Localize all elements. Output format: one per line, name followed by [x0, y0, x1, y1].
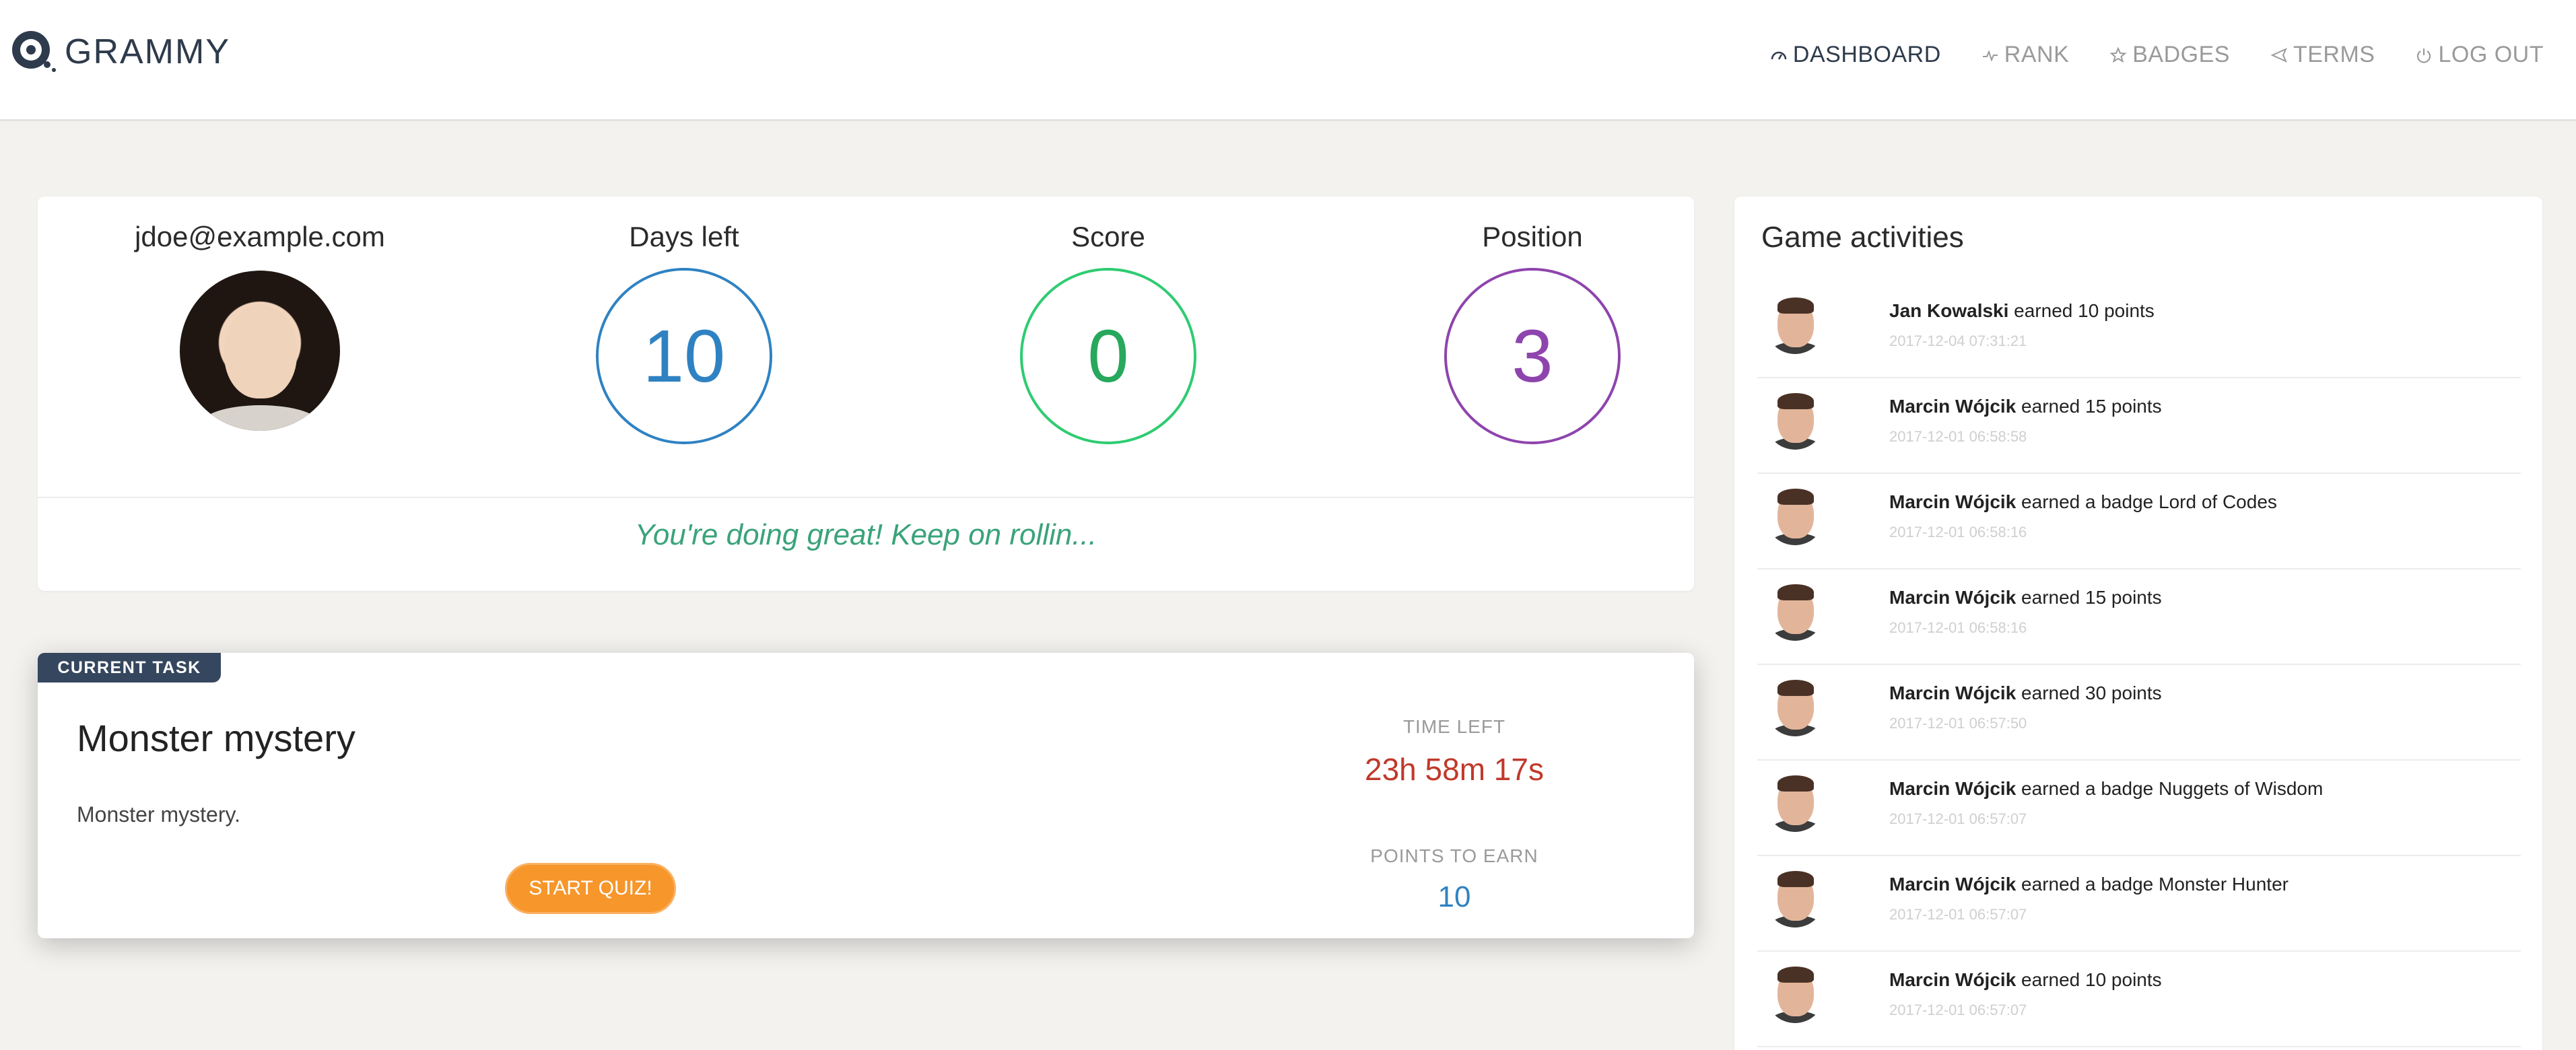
activity-action: earned 10 points — [2016, 969, 2162, 990]
activity-text: Jan Kowalski earned 10 points — [1889, 300, 2155, 322]
nav-terms[interactable]: TERMS — [2270, 42, 2375, 68]
activity-item: Marcin Wójcik earned 10 points 2017-12-0… — [1757, 952, 2521, 1047]
user-email: jdoe@example.com — [135, 221, 385, 252]
brand-name: GRAMMY — [65, 32, 230, 71]
current-task-card: CURRENT TASK Monster mystery Monster mys… — [38, 653, 1694, 938]
activity-item: Marcin Wójcik earned 15 points 2017-12-0… — [1757, 378, 2521, 474]
activity-item: Marcin Wójcik earned a badge Nuggets of … — [1757, 761, 2521, 856]
activity-time: 2017-12-04 07:31:21 — [1889, 332, 2027, 349]
dashboard-icon — [1771, 51, 1787, 60]
activity-text: Marcin Wójcik earned 30 points — [1889, 682, 2162, 704]
game-activities-panel: Game activities Jan Kowalski earned 10 p… — [1734, 197, 2542, 1050]
paper-plane-icon — [2270, 47, 2287, 63]
activity-user[interactable]: Jan Kowalski — [1889, 300, 2008, 321]
score-stat: Score 0 — [974, 221, 1243, 444]
score-label: Score — [1071, 221, 1145, 252]
activity-text: Marcin Wójcik earned 15 points — [1889, 587, 2162, 608]
activity-action: earned a badge Nuggets of Wisdom — [2016, 778, 2324, 799]
activity-user[interactable]: Marcin Wójcik — [1889, 682, 2016, 703]
activity-action: earned a badge Lord of Codes — [2016, 491, 2277, 512]
activities-list: Jan Kowalski earned 10 points 2017-12-04… — [1757, 283, 2521, 1047]
days-left-label: Days left — [629, 221, 739, 252]
points-label: POINTS TO EARN — [1370, 845, 1538, 866]
nav-dashboard-label: DASHBOARD — [1792, 42, 1941, 67]
activity-text: Marcin Wójcik earned a badge Nuggets of … — [1889, 778, 2323, 800]
activity-item: Marcin Wójcik earned a badge Lord of Cod… — [1757, 474, 2521, 569]
position-label: Position — [1482, 221, 1583, 252]
start-quiz-button[interactable]: START QUIZ! — [505, 863, 676, 914]
score-circle: 0 — [1020, 268, 1196, 444]
activity-avatar — [1765, 486, 1825, 545]
activity-text: Marcin Wójcik earned a badge Monster Hun… — [1889, 874, 2289, 895]
activity-time: 2017-12-01 06:58:58 — [1889, 428, 2027, 445]
activities-title: Game activities — [1761, 221, 1964, 254]
position-stat: Position 3 — [1398, 221, 1667, 444]
nav-rank[interactable]: RANK — [1981, 42, 2069, 68]
activity-time: 2017-12-01 06:57:07 — [1889, 810, 2027, 827]
time-left-block: TIME LEFT 23h 58m 17s — [1239, 716, 1670, 788]
activity-item: Marcin Wójcik earned 30 points 2017-12-0… — [1757, 665, 2521, 761]
activity-action: earned 15 points — [2016, 396, 2162, 417]
activity-action: earned a badge Monster Hunter — [2016, 874, 2289, 895]
nav-dashboard[interactable]: DASHBOARD — [1770, 42, 1941, 68]
vinyl-logo-icon — [12, 31, 56, 72]
activity-text: Marcin Wójcik earned 10 points — [1889, 969, 2162, 991]
days-left-stat: Days left 10 — [549, 221, 819, 444]
activity-item: Marcin Wójcik earned 15 points 2017-12-0… — [1757, 569, 2521, 665]
main-nav: DASHBOARD RANK BADGES TERMS LOG OUT — [1770, 42, 2544, 68]
user-profile: jdoe@example.com — [125, 221, 395, 431]
activity-user[interactable]: Marcin Wójcik — [1889, 491, 2016, 512]
activity-text: Marcin Wójcik earned 15 points — [1889, 396, 2162, 417]
stats-divider — [38, 497, 1694, 498]
time-left-value: 23h 58m 17s — [1365, 752, 1544, 787]
star-icon — [2109, 46, 2127, 63]
user-avatar — [180, 271, 340, 431]
nav-rank-label: RANK — [2004, 42, 2070, 67]
activity-time: 2017-12-01 06:58:16 — [1889, 619, 2027, 636]
activity-time: 2017-12-01 06:57:50 — [1889, 715, 2027, 732]
activity-user[interactable]: Marcin Wójcik — [1889, 874, 2016, 895]
points-block: POINTS TO EARN 10 — [1239, 845, 1670, 914]
activity-action: earned 15 points — [2016, 587, 2162, 608]
power-icon — [2417, 48, 2431, 63]
activity-user[interactable]: Marcin Wójcik — [1889, 587, 2016, 608]
time-left-label: TIME LEFT — [1402, 716, 1506, 737]
activity-avatar — [1765, 868, 1825, 928]
points-value: 10 — [1437, 880, 1471, 913]
task-description: Monster mystery. — [77, 802, 240, 827]
nav-badges-label: BADGES — [2132, 42, 2230, 67]
activity-avatar — [1765, 582, 1825, 641]
activity-text: Marcin Wójcik earned a badge Lord of Cod… — [1889, 491, 2277, 513]
activity-item: Jan Kowalski earned 10 points 2017-12-04… — [1757, 283, 2521, 378]
activity-avatar — [1765, 964, 1825, 1023]
activity-action: earned 30 points — [2016, 682, 2162, 703]
activity-user[interactable]: Marcin Wójcik — [1889, 969, 2016, 990]
nav-logout-label: LOG OUT — [2438, 42, 2544, 67]
activity-user[interactable]: Marcin Wójcik — [1889, 778, 2016, 799]
task-title: Monster mystery — [77, 717, 355, 759]
stats-card: jdoe@example.com Days left 10 Score 0 Po… — [38, 197, 1694, 591]
activity-action: earned 10 points — [2008, 300, 2155, 321]
activity-avatar — [1765, 677, 1825, 736]
activity-time: 2017-12-01 06:57:07 — [1889, 906, 2027, 923]
activity-user[interactable]: Marcin Wójcik — [1889, 396, 2016, 417]
activity-avatar — [1765, 390, 1825, 450]
activity-avatar — [1765, 295, 1825, 354]
top-header: GRAMMY DASHBOARD RANK BADGES TERMS LOG O… — [0, 0, 2576, 121]
current-task-tag: CURRENT TASK — [38, 653, 221, 682]
activity-time: 2017-12-01 06:58:16 — [1889, 524, 2027, 540]
nav-terms-label: TERMS — [2293, 42, 2375, 67]
days-left-circle: 10 — [596, 268, 772, 444]
activity-time: 2017-12-01 06:57:07 — [1889, 1002, 2027, 1018]
encouragement-message: You're doing great! Keep on rollin... — [635, 518, 1097, 551]
activity-avatar — [1765, 773, 1825, 832]
activity-item: Marcin Wójcik earned a badge Monster Hun… — [1757, 856, 2521, 952]
nav-logout[interactable]: LOG OUT — [2415, 42, 2544, 68]
position-circle: 3 — [1444, 268, 1621, 444]
pulse-icon — [1982, 49, 1998, 62]
nav-badges[interactable]: BADGES — [2109, 42, 2230, 68]
brand-logo[interactable]: GRAMMY — [9, 26, 230, 75]
